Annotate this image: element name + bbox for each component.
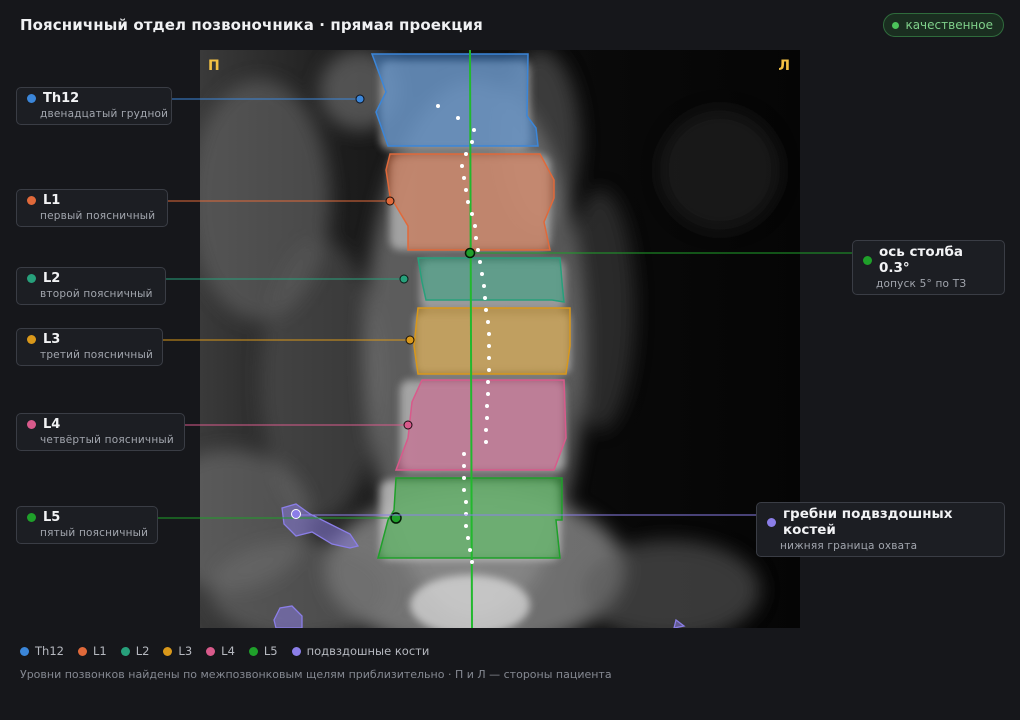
vertebra-name: Th12	[43, 91, 80, 106]
l1-color-dot	[27, 196, 36, 205]
vertebra-name: L2	[43, 271, 61, 286]
label-iliac-crests[interactable]: гребни подвздошных костей нижняя граница…	[756, 502, 1005, 557]
vertebra-desc: пятый поясничный	[40, 527, 149, 539]
legend-dot	[163, 646, 173, 656]
vertebra-name: L4	[43, 417, 61, 432]
l5-color-dot	[27, 513, 36, 522]
legend-label: L1	[92, 644, 107, 658]
xray-image	[200, 50, 800, 628]
vertebra-name: L5	[43, 510, 61, 525]
vertebra-desc: первый поясничный	[40, 210, 156, 222]
vertebra-desc: двенадцатый грудной	[40, 108, 169, 120]
legend-dot	[120, 646, 130, 656]
legend-item-l5[interactable]: L5	[248, 644, 278, 658]
axis-desc: допуск 5° по ТЗ	[876, 278, 967, 290]
patient-left-marker: Л	[778, 58, 790, 74]
label-l2[interactable]: L2 второй поясничный	[16, 267, 166, 305]
th12-color-dot	[27, 94, 36, 103]
quality-badge: качественное	[883, 13, 1004, 37]
legend-dot	[248, 646, 258, 656]
legend-item-l1[interactable]: L1	[77, 644, 107, 658]
legend-label: L3	[178, 644, 193, 658]
vertebra-desc: четвёртый поясничный	[40, 434, 174, 446]
legend-dot	[206, 646, 216, 656]
l4-color-dot	[27, 420, 36, 429]
label-l3[interactable]: L3 третий поясничный	[16, 328, 163, 366]
vertebra-desc: третий поясничный	[40, 349, 153, 361]
vertebra-desc: второй поясничный	[40, 288, 153, 300]
iliac-desc: нижняя граница охвата	[780, 540, 918, 552]
legend: Th12 L1 L2 L3 L4 L5 подвздошные кости	[20, 644, 429, 658]
label-l1[interactable]: L1 первый поясничный	[16, 189, 168, 227]
iliac-color-dot	[767, 517, 776, 527]
legend-dot	[291, 646, 301, 656]
axis-name: ось столба 0.3°	[879, 244, 964, 276]
legend-label: L5	[263, 644, 278, 658]
label-column-axis[interactable]: ось столба 0.3° допуск 5° по ТЗ	[852, 240, 1005, 295]
iliac-name: гребни подвздошных костей	[783, 506, 953, 538]
legend-item-l2[interactable]: L2	[120, 644, 150, 658]
legend-dot	[20, 646, 29, 656]
l3-mask	[413, 307, 571, 375]
legend-item-l4[interactable]: L4	[206, 644, 235, 658]
footnote: Уровни позвонков найдены по межпозвонков…	[20, 668, 612, 681]
page-title: Поясничный отдел позвоночника · прямая п…	[20, 16, 483, 34]
l5-mask	[377, 477, 563, 559]
xray-viewer[interactable]: П Л	[200, 50, 800, 628]
label-l4[interactable]: L4 четвёртый поясничный	[16, 413, 185, 451]
l3-color-dot	[27, 335, 36, 344]
status-dot-icon	[892, 21, 900, 29]
vertebra-name: L3	[43, 332, 61, 347]
quality-badge-label: качественное	[905, 18, 993, 32]
legend-label: L2	[135, 644, 150, 658]
legend-item-iliac[interactable]: подвздошные кости	[291, 644, 430, 658]
legend-label: L4	[221, 644, 235, 658]
l4-mask	[394, 379, 567, 471]
th12-mask	[370, 53, 539, 147]
l2-color-dot	[27, 274, 36, 283]
l2-mask	[417, 257, 565, 303]
axis-color-dot	[863, 255, 872, 265]
patient-right-marker: П	[208, 58, 220, 74]
legend-label: подвздошные кости	[306, 644, 430, 658]
legend-item-l3[interactable]: L3	[163, 644, 192, 658]
label-th12[interactable]: Th12 двенадцатый грудной	[16, 87, 172, 125]
vertebra-name: L1	[43, 193, 61, 208]
label-l5[interactable]: L5 пятый поясничный	[16, 506, 158, 544]
legend-label: Th12	[35, 644, 64, 658]
legend-dot	[77, 646, 87, 656]
legend-item-th12[interactable]: Th12	[20, 644, 64, 658]
